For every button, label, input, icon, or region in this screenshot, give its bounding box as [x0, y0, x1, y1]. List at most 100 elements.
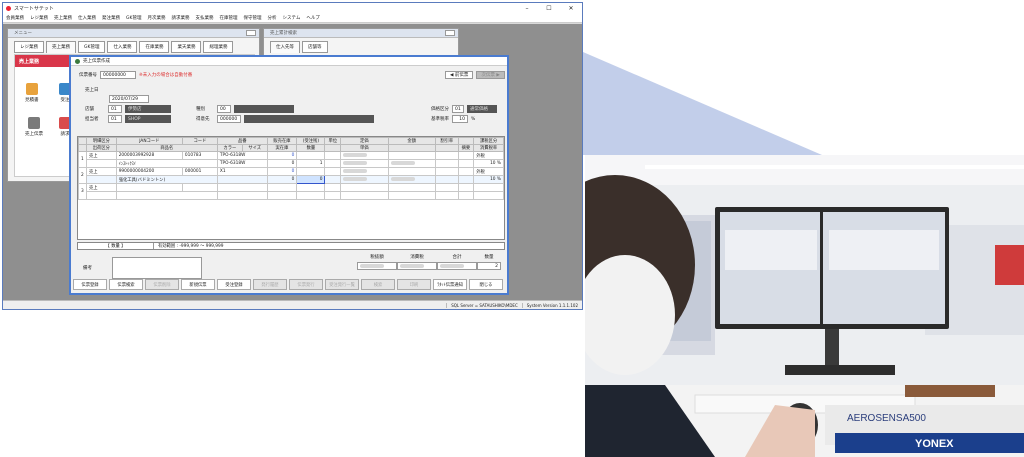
issue-slip-button[interactable]: 伝票発行	[289, 279, 323, 290]
row-hinban[interactable]: TPO-6318W	[216, 151, 268, 160]
tantosha-code-input[interactable]: 01	[108, 115, 122, 123]
menu-item[interactable]: ヘルプ	[306, 15, 320, 21]
row-cell[interactable]	[387, 167, 436, 176]
row-kubun[interactable]: 売上	[86, 167, 117, 176]
torihiki-code-input[interactable]: 00	[217, 105, 231, 113]
close-button[interactable]: 閉じる	[469, 279, 503, 290]
row-cell[interactable]	[457, 191, 475, 200]
tokui-code-input[interactable]: 000000	[217, 115, 241, 123]
row-cell[interactable]	[434, 151, 459, 160]
menu-item[interactable]: 保守管理	[243, 15, 261, 21]
uriagebi-input[interactable]: 2020/07/29	[109, 95, 149, 103]
row-cell[interactable]	[324, 151, 342, 160]
row-cell[interactable]	[457, 151, 475, 160]
tab-uriage[interactable]: 売上業務	[46, 41, 76, 53]
new-slip-button[interactable]: 新規伝票	[181, 279, 215, 290]
row-kubun[interactable]: 売上	[86, 183, 117, 192]
row-cell[interactable]	[340, 167, 389, 176]
row-cell[interactable]	[324, 191, 342, 200]
row-name2[interactable]	[216, 175, 268, 184]
menu-item[interactable]: システム	[282, 15, 300, 21]
search-slip-button[interactable]: 伝票検索	[109, 279, 143, 290]
row-cell[interactable]	[434, 191, 459, 200]
tab-shiiresaki[interactable]: 仕入先等	[270, 41, 300, 53]
row-cell[interactable]	[324, 183, 342, 192]
menu-item[interactable]: GK管理	[126, 15, 141, 21]
row-cell[interactable]	[115, 183, 183, 192]
row-cell[interactable]	[296, 151, 326, 160]
search-button[interactable]: 検索	[361, 279, 395, 290]
row-cell[interactable]	[434, 183, 459, 192]
tab-gyoten[interactable]: 業天業務	[171, 41, 202, 53]
table-row[interactable]: 3 売上	[78, 183, 504, 200]
order-register-button[interactable]: 受注登録	[217, 279, 251, 290]
biko-input[interactable]	[112, 257, 202, 279]
row-cell[interactable]	[296, 191, 326, 200]
row-jan[interactable]: 9900000004200	[115, 167, 183, 176]
notify-button[interactable]: ﾗﾀｯﾄ伝票通知	[433, 279, 467, 290]
row-cell[interactable]	[457, 159, 475, 168]
order-list-button[interactable]: 受注発行一覧	[325, 279, 359, 290]
row-cell[interactable]	[216, 183, 268, 192]
row-cell[interactable]	[86, 159, 117, 168]
row-cell[interactable]	[387, 183, 436, 192]
menu-item[interactable]: 会員業務	[6, 15, 24, 21]
menu-item[interactable]: 分析	[267, 15, 276, 21]
row-cell[interactable]	[340, 151, 389, 160]
menu-item[interactable]: 在庫管理	[219, 15, 237, 21]
minimize-icon[interactable]: –	[516, 5, 538, 12]
row-cell[interactable]	[266, 183, 298, 192]
menu-item[interactable]: 支払業務	[195, 15, 213, 21]
kihon-input[interactable]: 10	[452, 115, 468, 123]
row-code[interactable]: 000001	[181, 167, 218, 176]
tenpo-code-input[interactable]: 01	[108, 105, 122, 113]
row-cell[interactable]	[387, 159, 436, 168]
row-cell[interactable]	[457, 183, 475, 192]
print-button[interactable]: 印刷	[397, 279, 431, 290]
menu-item[interactable]: 請求業務	[171, 15, 189, 21]
table-row[interactable]: 2 売上 9900000004200 000001 X1 0 外税	[78, 167, 504, 184]
delete-slip-button[interactable]: 伝票削除	[145, 279, 179, 290]
row-cell[interactable]	[387, 175, 436, 184]
row-cell[interactable]	[181, 183, 218, 192]
row-cell[interactable]	[324, 175, 342, 184]
row-cell[interactable]	[473, 183, 504, 192]
row-cell[interactable]	[296, 183, 326, 192]
maximize-icon[interactable]: ☐	[538, 5, 560, 12]
tab-sori[interactable]: 総理業務	[203, 41, 234, 53]
row-cell[interactable]	[340, 191, 389, 200]
row-cell[interactable]	[387, 191, 436, 200]
row-cell[interactable]	[457, 167, 475, 176]
row-cell[interactable]	[387, 151, 436, 160]
row-cell[interactable]	[434, 159, 459, 168]
menu-item-uriage-denpyo[interactable]: 売上伝票	[25, 117, 43, 137]
menu-item-mitsumori[interactable]: 見積書	[25, 83, 39, 103]
row-cell[interactable]	[115, 191, 218, 200]
row-name2[interactable]: TPO-6318W	[216, 159, 268, 168]
register-slip-button[interactable]: 伝票登録	[73, 279, 107, 290]
tab-zaiko[interactable]: 在庫業務	[139, 41, 170, 53]
table-row[interactable]: 1 売上 2000003992928 010783 TPO-6318W 0 外税	[78, 151, 504, 168]
row-cell[interactable]	[473, 191, 504, 200]
row-name[interactable]: ｲﾝｽﾄｯｸｽｲ	[115, 159, 218, 168]
denpyo-input[interactable]: 00000000	[100, 71, 136, 79]
row-tax[interactable]: 外税	[473, 167, 504, 176]
next-slip-button[interactable]: 次伝票 ▶	[476, 71, 505, 79]
window-close-icon[interactable]	[246, 30, 256, 36]
menu-item[interactable]: 月次業務	[147, 15, 165, 21]
menu-item[interactable]: 仕入業務	[78, 15, 96, 21]
window-close-icon[interactable]	[445, 30, 455, 36]
row-cell[interactable]	[434, 167, 459, 176]
table-row[interactable]: 強化工具(バドミントン) 0 0 10 %	[78, 175, 504, 184]
row-cell[interactable]	[340, 159, 389, 168]
table-row[interactable]	[79, 191, 504, 200]
row-cell[interactable]	[296, 167, 326, 176]
row-cell[interactable]	[324, 167, 342, 176]
row-name[interactable]: 強化工具(バドミントン)	[115, 175, 218, 184]
row-cell[interactable]	[434, 175, 459, 184]
menu-item[interactable]: 売上業務	[54, 15, 72, 21]
prev-slip-button[interactable]: ◀ 前伝票	[445, 71, 474, 79]
close-icon[interactable]: ✕	[560, 5, 582, 12]
row-cell[interactable]	[324, 159, 342, 168]
row-hinban[interactable]: X1	[216, 167, 268, 176]
